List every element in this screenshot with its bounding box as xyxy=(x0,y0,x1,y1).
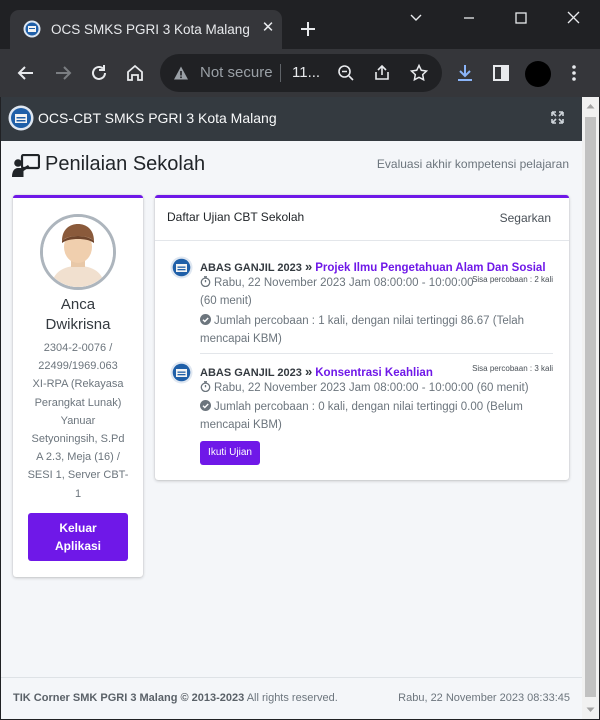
exam-subject-link[interactable]: Projek Ilmu Pengetahuan Alam Dan Sosial xyxy=(315,262,545,274)
exam-schedule-text: Rabu, 22 November 2023 Jam 08:00:00 - 10… xyxy=(214,382,529,394)
check-circle-icon xyxy=(200,400,211,411)
exam-schedule: Rabu, 22 November 2023 Jam 08:00:00 - 10… xyxy=(200,274,474,310)
student-name: Anca Dwikrisna xyxy=(13,295,143,335)
user-avatar-icon xyxy=(43,217,113,287)
exam-divider xyxy=(200,353,553,354)
page-footer: TIK Corner SMK PGRI 3 Malang © 2013-2023… xyxy=(1,677,582,719)
scroll-up-icon[interactable] xyxy=(586,102,595,111)
double-chevron-icon: » xyxy=(304,259,313,274)
logout-label: Aplikasi xyxy=(54,539,102,553)
page-viewport: OCS-CBT SMKS PGRI 3 Kota Malang Penilaia… xyxy=(1,97,582,719)
student-details: 2304-2-0076 / 22499/1969.063 XI-RPA (Rek… xyxy=(21,339,135,503)
school-logo-icon xyxy=(8,105,34,131)
attempts-remaining: Sisa percobaan : 2 kali xyxy=(472,275,553,284)
exam-list-header: Daftar Ujian CBT Sekolah Segarkan xyxy=(155,198,569,241)
student-class-line: Perangkat Lunak) xyxy=(34,396,122,409)
exam-session: ABAS GANJIL 2023 xyxy=(200,367,302,379)
page-subtitle: Evaluasi akhir kompetensi pelajaran xyxy=(376,157,569,171)
exam-result: Jumlah percobaan : 1 kali, dengan nilai … xyxy=(200,312,524,348)
back-arrow-icon[interactable] xyxy=(14,61,38,85)
profile-avatar[interactable] xyxy=(525,61,551,87)
student-id-line: 2304-2-0076 / xyxy=(43,342,113,354)
attempts-remaining: Sisa percobaan : 3 kali xyxy=(472,364,553,373)
exam-schedule-text: Rabu, 22 November 2023 Jam 08:00:00 - 10… xyxy=(214,277,474,289)
browser-tab-strip: OCS SMKS PGRI 3 Kota Malang ✕ xyxy=(0,0,600,49)
zoom-out-icon[interactable] xyxy=(336,63,356,83)
double-chevron-icon: » xyxy=(304,364,313,379)
exam-list-title: Daftar Ujian CBT Sekolah xyxy=(167,210,305,224)
footer-credit: TIK Corner SMK PGRI 3 Malang © 2013-2023… xyxy=(13,692,338,704)
footer-credit-text: TIK Corner SMK PGRI 3 Malang © 2013-2023 xyxy=(13,692,245,704)
forward-arrow-icon[interactable] xyxy=(51,61,75,85)
app-header: OCS-CBT SMKS PGRI 3 Kota Malang xyxy=(1,97,582,141)
fullscreen-icon[interactable] xyxy=(551,111,564,124)
tab-close-icon[interactable]: ✕ xyxy=(259,19,277,37)
browser-toolbar: Not secure 11... xyxy=(0,49,600,97)
tab-search-icon[interactable] xyxy=(405,8,427,28)
warning-icon[interactable] xyxy=(173,65,189,81)
address-divider xyxy=(280,64,281,82)
student-id-line: 22499/1969.063 xyxy=(38,360,118,373)
exam-item: ABAS GANJIL 2023 » Projek Ilmu Pengetahu… xyxy=(167,256,553,345)
exam-result-text: mencapai KBM) xyxy=(200,419,282,431)
logout-label: Keluar xyxy=(59,521,97,535)
exam-result: Jumlah percobaan : 0 kali, dengan nilai … xyxy=(200,398,523,434)
exam-session: ABAS GANJIL 2023 xyxy=(200,262,302,274)
student-class-line: XI-RPA (Rekayasa xyxy=(32,378,124,391)
side-panel-icon[interactable] xyxy=(489,61,513,85)
teacher-presentation-icon xyxy=(12,154,40,177)
student-room-line: A 2.3, Meja (16) / xyxy=(36,451,120,464)
scrollbar-thumb[interactable] xyxy=(585,117,596,697)
app-title: OCS-CBT SMKS PGRI 3 Kota Malang xyxy=(38,110,277,126)
security-label[interactable]: Not secure xyxy=(200,64,274,81)
exam-item: ABAS GANJIL 2023 » Konsentrasi Keahlian … xyxy=(167,361,553,465)
exam-heading: ABAS GANJIL 2023 » Projek Ilmu Pengetahu… xyxy=(200,259,546,274)
home-icon[interactable] xyxy=(123,61,147,85)
stopwatch-icon xyxy=(200,276,211,287)
student-avatar xyxy=(40,214,116,290)
exam-result-text: mencapai KBM) xyxy=(200,333,282,345)
footer-rights: All rights reserved. xyxy=(246,692,338,704)
start-exam-button[interactable]: Ikuti Ujian xyxy=(200,441,260,465)
bookmark-star-icon[interactable] xyxy=(409,63,429,83)
exam-result-text: Jumlah percobaan : 1 kali, dengan nilai … xyxy=(214,315,525,327)
menu-dots-icon[interactable] xyxy=(562,61,586,85)
exam-list-card: Daftar Ujian CBT Sekolah Segarkan ABAS G… xyxy=(155,195,569,480)
stopwatch-icon xyxy=(200,381,211,392)
refresh-button[interactable]: Segarkan xyxy=(500,211,551,225)
school-logo-icon xyxy=(170,361,193,384)
student-room-line: 1 xyxy=(74,487,82,500)
student-profile-card: Anca Dwikrisna 2304-2-0076 / 22499/1969.… xyxy=(13,195,143,577)
exam-result-text: Jumlah percobaan : 0 kali, dengan nilai … xyxy=(214,401,523,413)
student-first-name: Anca xyxy=(60,296,96,313)
maximize-icon[interactable] xyxy=(510,8,532,28)
student-last-name: Dwikrisna xyxy=(45,316,111,333)
exam-subject-link[interactable]: Konsentrasi Keahlian xyxy=(315,367,433,379)
school-logo-icon xyxy=(23,20,41,38)
student-room-line: SESI 1, Server CBT- xyxy=(27,469,129,482)
browser-tab[interactable]: OCS SMKS PGRI 3 Kota Malang ✕ xyxy=(10,10,282,49)
exam-heading: ABAS GANJIL 2023 » Konsentrasi Keahlian xyxy=(200,364,433,379)
school-logo-icon xyxy=(170,256,193,279)
page-title: Penilaian Sekolah xyxy=(45,153,206,175)
share-icon[interactable] xyxy=(372,63,392,83)
minimize-icon[interactable] xyxy=(458,8,480,28)
window-close-icon[interactable] xyxy=(562,8,584,28)
footer-datetime: Rabu, 22 November 2023 08:33:45 xyxy=(398,692,570,704)
reload-icon[interactable] xyxy=(87,61,111,85)
scroll-down-icon[interactable] xyxy=(586,705,595,714)
exam-schedule: Rabu, 22 November 2023 Jam 08:00:00 - 10… xyxy=(200,379,529,397)
logout-button[interactable]: Keluar Aplikasi xyxy=(28,513,128,561)
new-tab-icon[interactable] xyxy=(297,18,319,40)
check-circle-icon xyxy=(200,314,211,325)
student-teacher-line: Setyoningsih, S.Pd xyxy=(31,433,125,446)
page-scrollbar[interactable] xyxy=(582,97,599,719)
url-text[interactable]: 11... xyxy=(292,64,328,81)
address-bar[interactable]: Not secure 11... xyxy=(160,54,442,92)
exam-schedule-text: (60 menit) xyxy=(200,295,252,307)
student-teacher-line: Yanuar xyxy=(60,414,96,427)
tab-title: OCS SMKS PGRI 3 Kota Malang xyxy=(51,22,250,37)
download-icon[interactable] xyxy=(453,61,477,85)
